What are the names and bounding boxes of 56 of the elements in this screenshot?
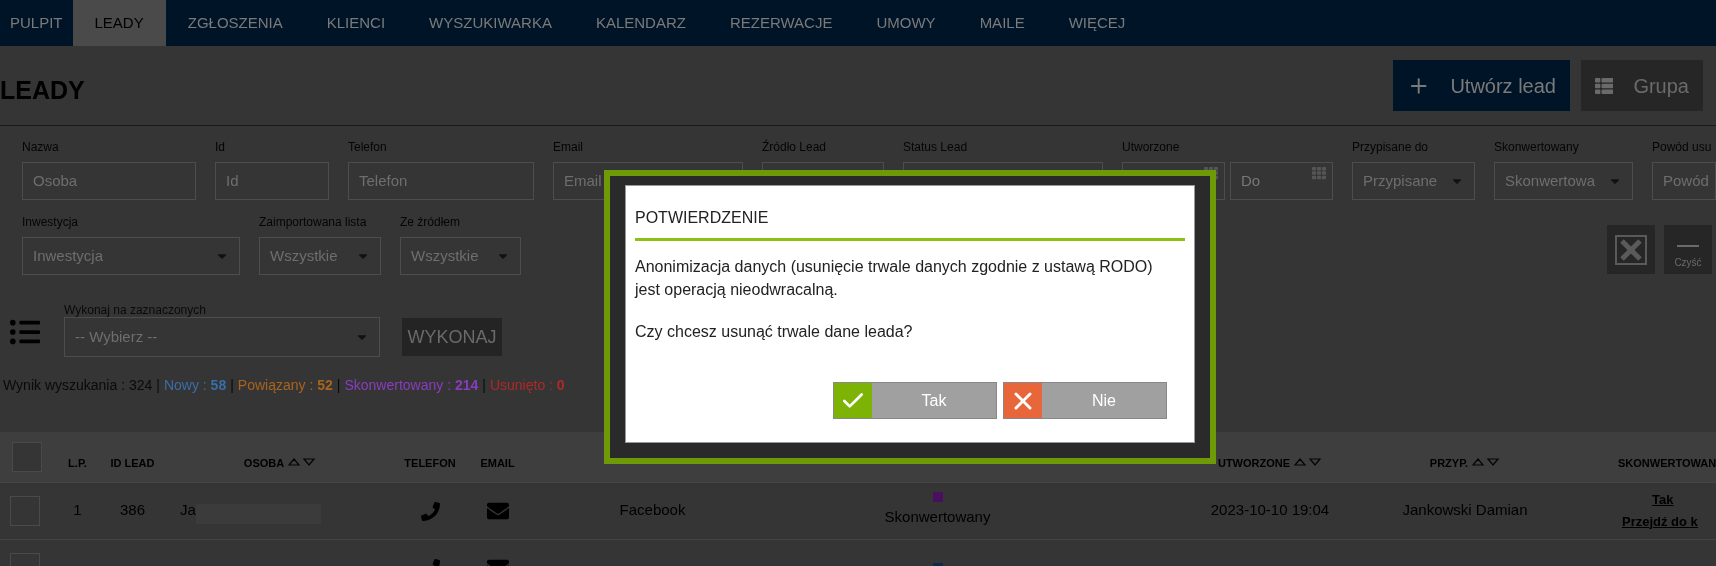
phone-icon[interactable] [420, 501, 440, 521]
execute-button[interactable]: WYKONAJ [402, 318, 502, 356]
column-header: ID LEAD [110, 457, 155, 469]
nav-tab[interactable]: KALENDARZ [573, 0, 708, 46]
nav-tab[interactable]: WYSZUKIWARKA [407, 0, 574, 46]
result-count: Powiązany : 52 [237, 376, 333, 395]
dialog-title: POTWIERDZENIE [635, 206, 1185, 241]
column-header[interactable]: OSOBA [243, 457, 285, 469]
dialog-message: Anonimizacja danych (usunięcie trwale danych zgodnie z ustawą RODO) jest operacją nieodwracalną. [635, 257, 1154, 300]
bulk-action-select[interactable]: -- Wybierz -- [64, 317, 380, 357]
sort-icon[interactable] [288, 457, 317, 468]
nav-tab[interactable]: UMOWY [854, 0, 958, 46]
column-header: EMAIL [480, 457, 515, 469]
clear-button[interactable]: Czyść [1664, 225, 1712, 274]
nav-tab[interactable]: ZGŁOSZENIA [165, 0, 305, 46]
confirm-button[interactable]: Tak [833, 382, 997, 419]
text-field[interactable]: Id [215, 162, 329, 200]
column-header: TELEFON [404, 457, 456, 469]
separator: | [156, 376, 160, 395]
column-header[interactable]: UTWORZONE [1217, 457, 1291, 469]
select-field[interactable]: Przypisane [1352, 162, 1475, 200]
nav-tab[interactable]: KLIENCI [304, 0, 408, 46]
email-icon[interactable] [484, 500, 511, 522]
nav-tab[interactable]: REZERWACJE [707, 0, 855, 46]
result-count: Usunięto : 0 [489, 376, 565, 395]
column-header[interactable]: PRZYP. [1429, 457, 1469, 469]
text-field[interactable]: Telefon [348, 162, 534, 200]
select-field[interactable]: Wszystkie [259, 237, 381, 275]
column-header: SKONWERTOWAN [1618, 457, 1716, 469]
nav-tab[interactable]: MAILE [957, 0, 1047, 46]
nav-tab[interactable]: WIĘCEJ [1046, 0, 1148, 46]
create-button[interactable]: Utwórz lead [1393, 60, 1570, 111]
text-field[interactable]: Powód [1652, 162, 1716, 200]
dialog-question: Czy chcesz usunąć trwale dane leada? [635, 322, 914, 342]
separator: | [230, 376, 234, 395]
cancel-button[interactable]: Nie [1003, 382, 1167, 419]
column-header: L.P. [68, 457, 87, 469]
nav-tab[interactable]: LEADY [72, 0, 166, 46]
group-button[interactable]: Grupa [1581, 60, 1703, 111]
calendar-icon [1312, 166, 1326, 180]
minus-icon [1677, 245, 1699, 247]
result-count: Nowy : 58 [163, 376, 227, 395]
separator: | [482, 376, 486, 395]
separator: | [336, 376, 341, 395]
export-button[interactable] [1607, 225, 1655, 274]
list-icon[interactable] [8, 317, 42, 347]
sort-icon[interactable] [1294, 457, 1323, 468]
text-field[interactable]: Osoba [22, 162, 196, 200]
select-field[interactable]: Skonwertowa [1494, 162, 1633, 200]
select-field[interactable]: Wszystkie [400, 237, 521, 275]
result-count: Skonwertowany : 214 [344, 376, 479, 395]
spreadsheet-icon [1615, 234, 1647, 265]
sort-icon[interactable] [1472, 457, 1501, 468]
date-field[interactable]: Do [1230, 162, 1333, 200]
nav-tab[interactable]: PULPIT [0, 0, 73, 46]
select-field[interactable]: Inwestycja [22, 237, 240, 275]
